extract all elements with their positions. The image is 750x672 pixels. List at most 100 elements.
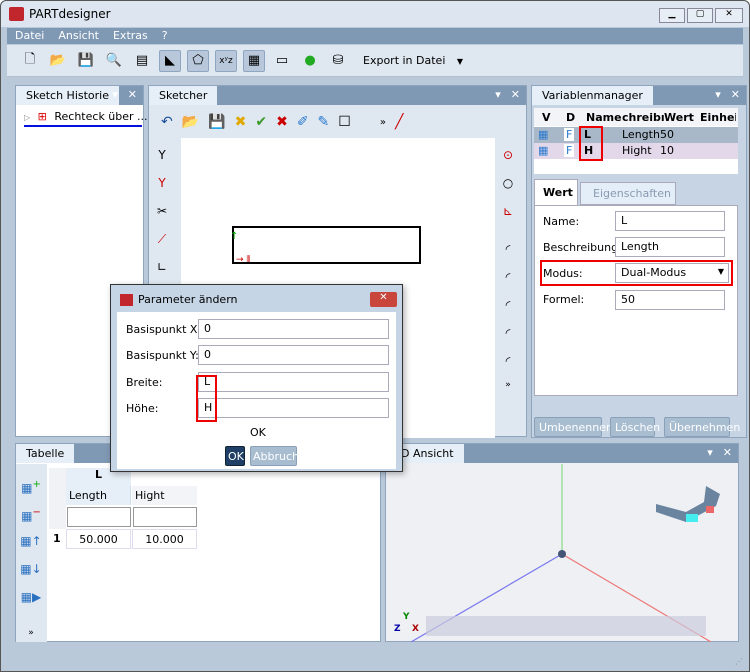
open-folder-icon[interactable]: 📂 bbox=[47, 50, 69, 72]
open-folder-icon[interactable]: 📂 bbox=[182, 114, 199, 130]
panel-close-icon[interactable]: ✕ bbox=[128, 88, 137, 101]
arc-center-tool-icon[interactable]: ⊾ bbox=[497, 200, 519, 222]
sketch-history-window-icon[interactable]: ▤ bbox=[131, 50, 153, 72]
menu-datei[interactable]: Datei bbox=[15, 28, 44, 44]
more-down-icon[interactable]: » bbox=[20, 622, 42, 644]
tab-eigenschaften[interactable]: Eigenschaften bbox=[580, 182, 676, 205]
table-cell[interactable]: 10.000 bbox=[132, 529, 197, 549]
description-field[interactable]: Length bbox=[615, 237, 725, 257]
filter-input[interactable] bbox=[133, 507, 197, 527]
xyz-window-icon[interactable]: xʸz bbox=[215, 49, 237, 72]
rectangle-tool-icon[interactable]: ☐ bbox=[338, 114, 351, 130]
cancel-x-yellow-icon[interactable]: ✖ bbox=[235, 114, 247, 130]
table-row[interactable]: ▦ F L Length 50 bbox=[534, 127, 738, 143]
menu-ansicht[interactable]: Ansicht bbox=[58, 28, 99, 44]
column-header[interactable]: Name bbox=[586, 111, 622, 124]
add-row-icon[interactable]: ▦+ bbox=[20, 474, 42, 496]
dialog-close-button[interactable]: ✕ bbox=[370, 292, 397, 307]
height-field[interactable]: H bbox=[198, 398, 389, 418]
tangent-tool-icon[interactable]: ⟋ bbox=[151, 228, 173, 250]
undo-icon[interactable]: ↶ bbox=[161, 114, 173, 130]
column-header[interactable]: Length bbox=[66, 486, 131, 505]
panel-menu-icon[interactable]: ▾ bbox=[495, 88, 501, 101]
close-button[interactable]: ✕ bbox=[715, 8, 743, 23]
panel-close-icon[interactable]: ✕ bbox=[511, 88, 520, 101]
column-header[interactable]: Einheit bbox=[700, 111, 736, 124]
panel-menu-icon[interactable]: ▾ bbox=[112, 88, 118, 101]
arc-tool-icon[interactable]: ◜ bbox=[497, 294, 519, 316]
circle-tool-icon[interactable]: ○ bbox=[497, 172, 519, 194]
eraser-icon[interactable]: ✐ bbox=[297, 114, 309, 130]
save-icon[interactable]: 💾 bbox=[75, 50, 97, 72]
remove-row-icon[interactable]: ▦− bbox=[20, 502, 42, 524]
basepoint-x-field[interactable]: 0 bbox=[198, 319, 389, 339]
tree-item[interactable]: ▷ ⊞ Rechteck über ... bbox=[24, 110, 148, 127]
sketcher-window-icon[interactable]: ◣ bbox=[159, 49, 181, 72]
constraint-tool-icon[interactable]: Y bbox=[151, 172, 173, 194]
variable-window-icon[interactable]: ▭ bbox=[271, 50, 293, 72]
table-row[interactable]: ▦ F H Hight 10 bbox=[534, 143, 738, 159]
tab-variable-manager[interactable]: Variablenmanager bbox=[532, 86, 653, 105]
checkmark-icon[interactable]: ✔ bbox=[255, 114, 267, 130]
save-icon[interactable]: 💾 bbox=[208, 114, 225, 130]
search-icon[interactable]: 🔍 bbox=[103, 50, 125, 72]
move-row-up-icon[interactable]: ▦↑ bbox=[20, 530, 42, 552]
window-title: PARTdesigner bbox=[29, 7, 111, 21]
column-header[interactable]: chreibı bbox=[622, 111, 665, 124]
more-icon[interactable]: » bbox=[380, 117, 386, 128]
menu-help[interactable]: ? bbox=[162, 28, 168, 44]
new-file-icon[interactable]: 🗋 bbox=[19, 50, 41, 72]
maximize-button[interactable]: ▢ bbox=[687, 8, 713, 23]
panel-menu-icon[interactable]: ▾ bbox=[707, 446, 713, 459]
rename-button[interactable]: Umbenennen bbox=[534, 417, 613, 437]
table-window-icon[interactable]: ▦ bbox=[243, 49, 265, 72]
export-button[interactable]: Export in Datei ▼ bbox=[363, 54, 463, 67]
point-tool-icon[interactable]: ⊙ bbox=[497, 144, 519, 166]
column-header[interactable]: V bbox=[542, 111, 551, 124]
width-field[interactable]: L bbox=[198, 372, 389, 392]
menu-extras[interactable]: Extras bbox=[113, 28, 148, 44]
export-table-icon[interactable]: ▦▶ bbox=[20, 586, 42, 608]
3d-viewport[interactable] bbox=[386, 464, 738, 642]
filter-input[interactable] bbox=[67, 507, 131, 527]
column-header[interactable]: Hight bbox=[132, 486, 197, 505]
arc-tool-icon[interactable]: ◜ bbox=[497, 322, 519, 344]
constraint-tool-icon[interactable]: Y bbox=[151, 144, 173, 166]
tab-sketch-history[interactable]: Sketch Historie bbox=[16, 86, 120, 105]
arc-tool-icon[interactable]: ◜ bbox=[497, 238, 519, 260]
title-bar: PARTdesigner ▁ ▢ ✕ bbox=[1, 1, 749, 27]
column-header[interactable]: D bbox=[566, 111, 575, 124]
expand-arrow-icon[interactable]: ▷ bbox=[24, 113, 30, 122]
angle-tool-icon[interactable]: ∟ bbox=[151, 256, 173, 278]
panel-close-icon[interactable]: ✕ bbox=[723, 446, 732, 459]
line-tool-icon[interactable]: ╱ bbox=[395, 114, 403, 130]
delete-button[interactable]: Löschen bbox=[610, 417, 660, 437]
minimize-button[interactable]: ▁ bbox=[659, 8, 685, 23]
arc-tool-icon[interactable]: ◜ bbox=[497, 266, 519, 288]
delete-x-icon[interactable]: ✖ bbox=[276, 114, 288, 130]
shape-window-icon[interactable]: ⬠ bbox=[187, 49, 209, 72]
formula-field[interactable]: 50 bbox=[615, 290, 725, 310]
table-cell[interactable]: 50.000 bbox=[66, 529, 131, 549]
tab-wert[interactable]: Wert bbox=[534, 179, 578, 206]
eraser-c-icon[interactable]: ✎ bbox=[318, 114, 330, 130]
ok-button[interactable]: OK bbox=[225, 446, 245, 466]
panel-close-icon[interactable]: ✕ bbox=[731, 88, 740, 101]
tab-sketcher[interactable]: Sketcher bbox=[149, 86, 218, 105]
apply-button[interactable]: Übernehmen bbox=[664, 417, 740, 437]
tab-table[interactable]: Tabelle bbox=[16, 444, 75, 463]
row-index: 1 bbox=[53, 532, 61, 545]
more-down-icon[interactable]: » bbox=[497, 374, 519, 396]
resize-grip-icon[interactable]: ⋰ bbox=[735, 657, 743, 666]
column-header[interactable]: Wert bbox=[664, 111, 694, 124]
cancel-button[interactable]: Abbruch bbox=[250, 446, 299, 466]
sketch-rectangle[interactable] bbox=[232, 226, 421, 264]
arc-tool-icon[interactable]: ◜ bbox=[497, 350, 519, 372]
trim-tool-icon[interactable]: ✂ bbox=[151, 200, 173, 222]
traffic-light-icon[interactable]: ● bbox=[299, 50, 321, 72]
database-icon[interactable]: ⛁ bbox=[327, 50, 349, 72]
basepoint-y-field[interactable]: 0 bbox=[198, 345, 389, 365]
panel-menu-icon[interactable]: ▾ bbox=[715, 88, 721, 101]
name-field[interactable]: L bbox=[615, 211, 725, 231]
move-row-down-icon[interactable]: ▦↓ bbox=[20, 558, 42, 580]
